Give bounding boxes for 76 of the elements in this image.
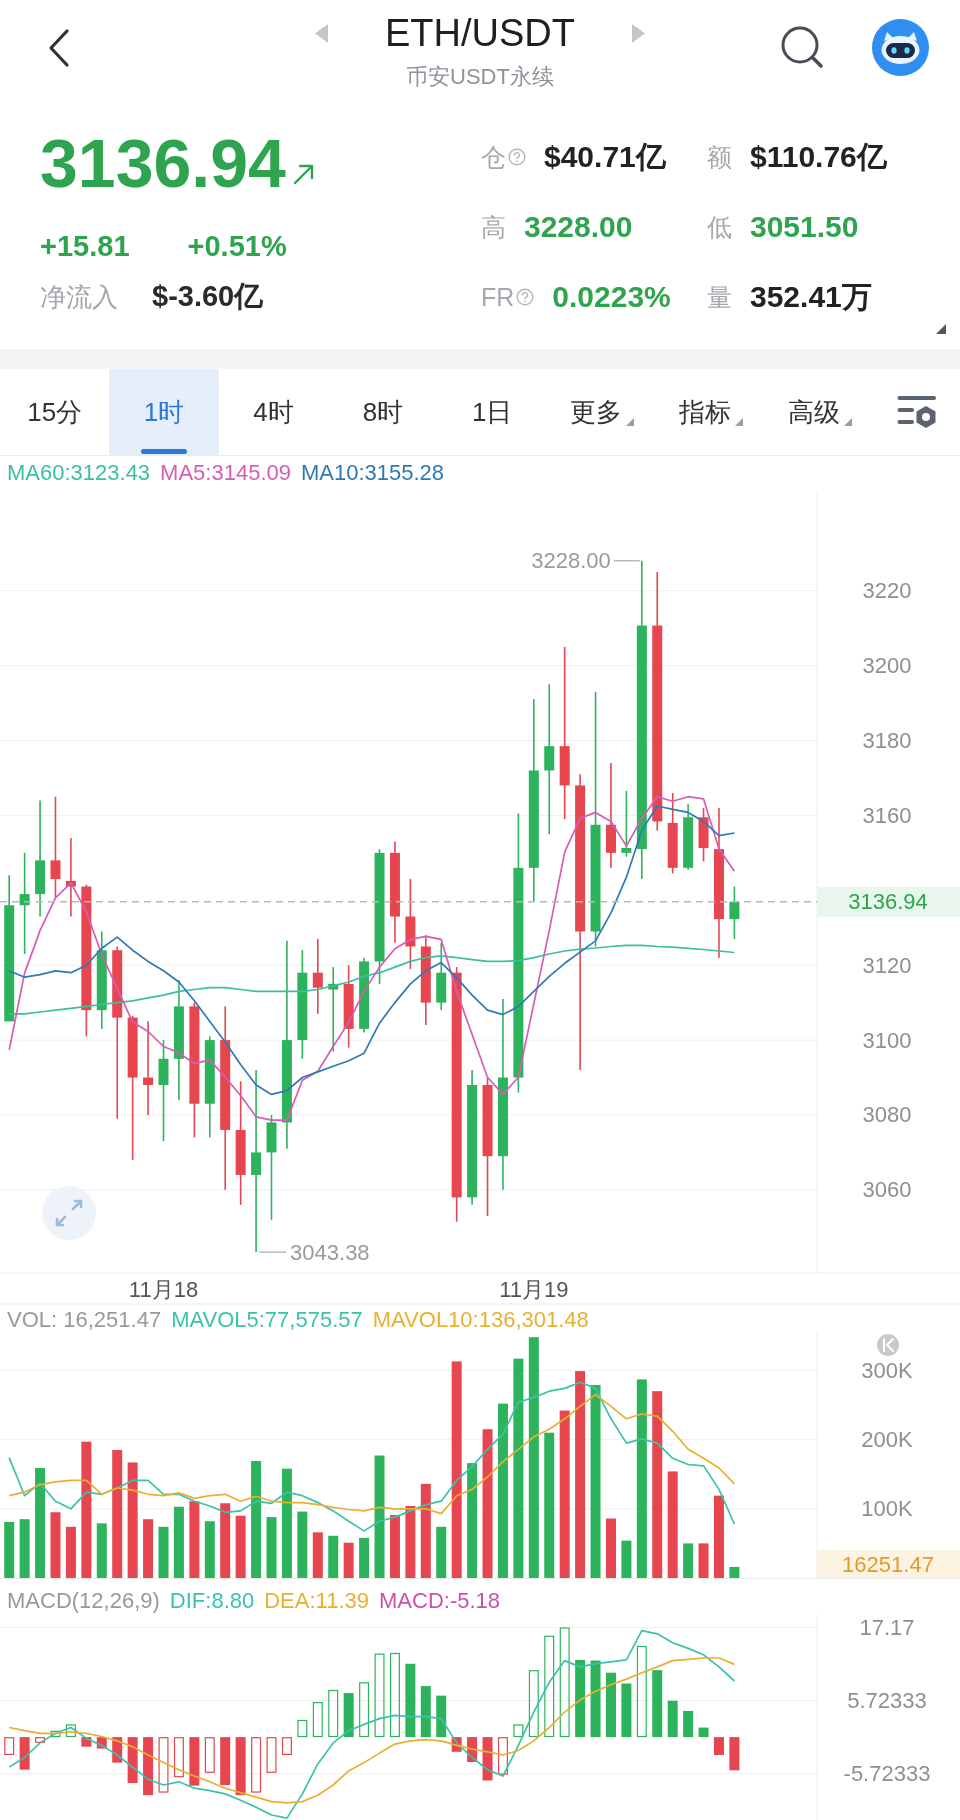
indicator-label: MA10:3155.28 [301, 460, 445, 486]
axis-label: -5.72333 [843, 1761, 931, 1787]
leader-line [613, 560, 641, 562]
axis-label: 3220 [862, 578, 912, 604]
axis-label: 3100 [862, 1027, 912, 1053]
expand-icon[interactable] [42, 1186, 96, 1240]
indicator-label: MA60:3123.43 [7, 460, 151, 486]
corner-triangle-icon[interactable] [936, 324, 946, 334]
axis-label: 3080 [862, 1102, 912, 1128]
price-label: 3228.00 [531, 548, 611, 574]
axis-label: 11月19 [499, 1276, 569, 1302]
stat-label: 高 [481, 211, 506, 243]
market-subtitle: 币安USDT永续 [406, 63, 554, 91]
stat-label: 额 [707, 141, 732, 173]
ref-line-label: 3136.94 [848, 889, 928, 915]
period-tab[interactable]: 8时 [328, 369, 438, 455]
axis-label: 17.17 [859, 1615, 915, 1641]
candle [621, 790, 632, 858]
axis-label: 3060 [862, 1177, 912, 1203]
chart-settings-icon[interactable] [896, 394, 939, 430]
axis-label: 5.72333 [847, 1688, 927, 1714]
left-triangle-icon[interactable] [315, 23, 328, 43]
indicator-label: DIF:8.80 [169, 1588, 255, 1614]
value-tag: 16251.47 [817, 1550, 960, 1578]
dropdown-tab[interactable]: 指标 [656, 369, 766, 455]
net-inflow-value: $-3.60亿 [152, 279, 264, 314]
candle [683, 803, 694, 871]
stat-value: $110.76亿 [750, 138, 887, 175]
price-label: 3043.38 [290, 1239, 370, 1265]
axis-label: 3180 [862, 728, 912, 753]
indicator-label: MAVOL10:136,301.48 [372, 1306, 589, 1333]
last-price: 3136.94 [40, 124, 286, 203]
stat-label: 低 [707, 211, 732, 243]
indicator-label: MACD:-5.18 [379, 1588, 501, 1614]
axis-label: 3120 [862, 952, 912, 978]
price-change: +15.81 [40, 229, 130, 263]
help-icon[interactable] [508, 148, 526, 166]
stat-value: 352.41万 [750, 278, 872, 315]
indicator-label: MA5:3145.09 [160, 460, 291, 486]
leader-line [258, 1251, 287, 1253]
stat-label: FR [481, 282, 515, 312]
period-tab[interactable]: 1日 [437, 369, 547, 455]
period-tab[interactable]: 4时 [218, 369, 329, 455]
candle [698, 807, 709, 863]
candle [729, 885, 740, 940]
indicator-label: MACD(12,26,9) [7, 1588, 160, 1614]
back-icon[interactable] [47, 28, 71, 68]
stat-value: 3051.50 [750, 210, 859, 244]
dropdown-tab[interactable]: 高级 [765, 369, 876, 455]
arrow-up-right-icon [291, 163, 315, 186]
stat-label: 量 [707, 281, 732, 313]
help-icon[interactable] [516, 288, 535, 306]
right-triangle-icon[interactable] [632, 23, 645, 43]
axis-label: 3200 [862, 653, 912, 679]
stat-value: 0.0223% [552, 280, 671, 314]
net-inflow-label: 净流入 [40, 280, 118, 314]
axis-label: 300K [861, 1357, 913, 1383]
candle [436, 941, 447, 1011]
pair-title[interactable]: ETH/USDT [385, 10, 575, 56]
indicator-label: MAVOL5:77,575.57 [171, 1306, 363, 1333]
stat-value: $40.71亿 [544, 138, 666, 175]
indicator-label: VOL: 16,251.47 [7, 1306, 162, 1333]
axis-label: 11月18 [128, 1276, 199, 1302]
stat-label: 仓 [481, 141, 506, 173]
period-tab[interactable]: 1时 [109, 369, 219, 455]
robot-icon[interactable] [872, 18, 929, 76]
period-tab[interactable]: 15分 [0, 369, 110, 455]
axis-label: 3160 [862, 802, 912, 828]
indicator-label: DEA:11.39 [264, 1588, 369, 1614]
price-tag: 3136.94 [817, 886, 960, 917]
axis-label: 100K [861, 1496, 913, 1522]
stat-value: 3228.00 [524, 210, 633, 244]
axis-label: 200K [861, 1427, 913, 1453]
percent-change: +0.51% [187, 229, 287, 263]
dropdown-tab[interactable]: 更多 [546, 369, 657, 455]
chevron-circle-icon[interactable] [877, 1334, 899, 1356]
